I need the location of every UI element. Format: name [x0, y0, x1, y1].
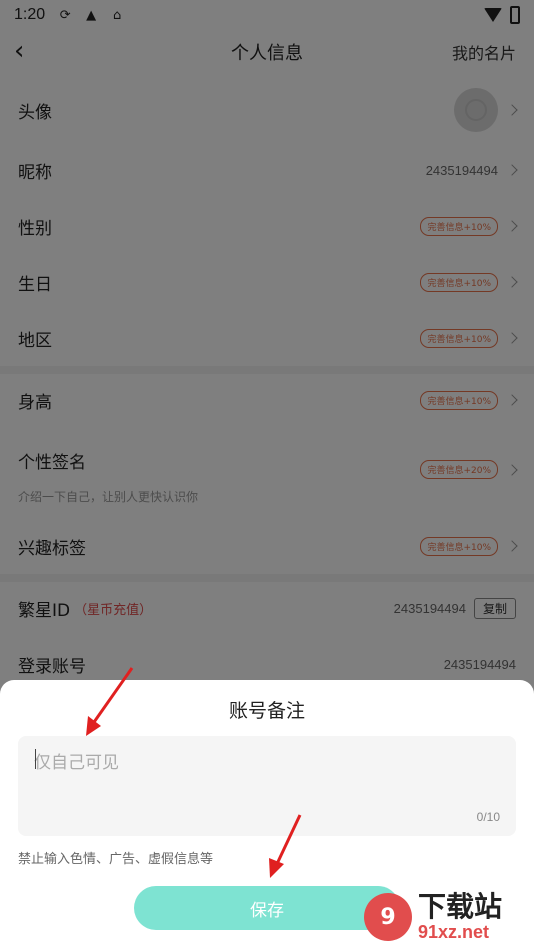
watermark-domain: 91xz.net	[418, 922, 490, 942]
site-watermark: 9 下载站 91xz.net	[364, 886, 528, 948]
char-counter: 0/10	[476, 810, 500, 824]
watermark-logo-icon: 9	[364, 893, 412, 941]
remark-input[interactable]	[18, 736, 516, 836]
remark-input-container: 0/10	[18, 736, 516, 836]
content-warning: 禁止输入色情、广告、虚假信息等	[18, 852, 214, 867]
watermark-title: 下载站	[418, 890, 503, 923]
save-button[interactable]: 保存	[134, 886, 400, 930]
sheet-title: 账号备注	[228, 700, 305, 722]
text-cursor	[35, 749, 36, 769]
